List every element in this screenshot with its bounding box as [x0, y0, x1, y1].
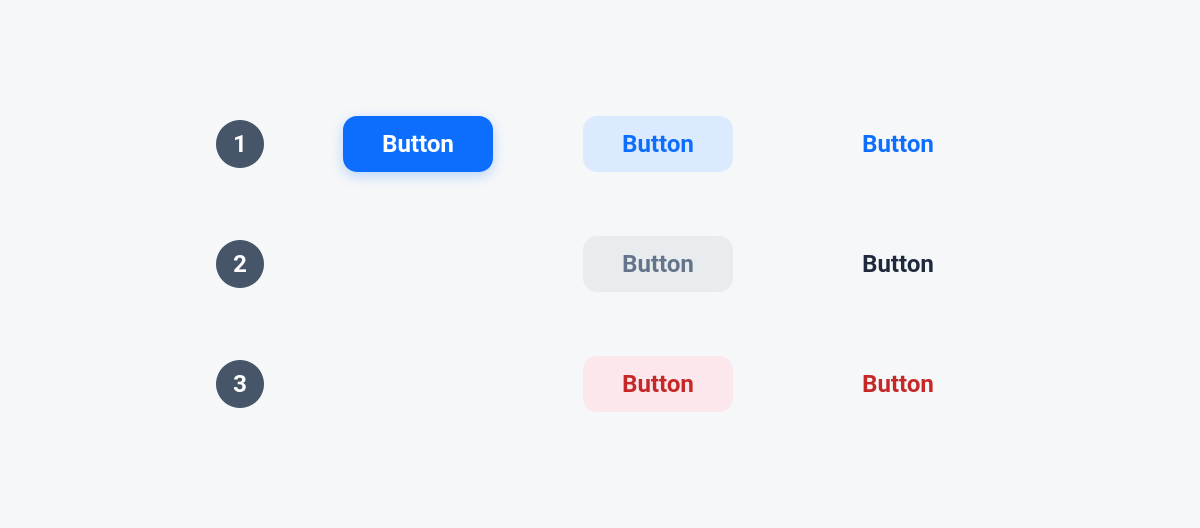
button-neutral-ghost[interactable]: Button — [823, 236, 973, 292]
button-variant-grid: 1 Button Button Button 2 Button Button 3… — [212, 116, 988, 412]
row-badge-1-label: 1 — [233, 130, 247, 158]
row-badge-2-label: 2 — [233, 250, 247, 278]
row-badge-1: 1 — [216, 120, 264, 168]
button-primary-ghost[interactable]: Button — [823, 116, 973, 172]
empty-cell — [343, 384, 493, 385]
button-danger-soft[interactable]: Button — [583, 356, 733, 412]
row-badge-3-label: 3 — [233, 370, 247, 398]
button-danger-ghost[interactable]: Button — [823, 356, 973, 412]
button-primary-soft[interactable]: Button — [583, 116, 733, 172]
empty-cell — [343, 264, 493, 265]
button-neutral-soft[interactable]: Button — [583, 236, 733, 292]
button-primary-solid[interactable]: Button — [343, 116, 493, 172]
row-badge-3: 3 — [216, 360, 264, 408]
row-badge-2: 2 — [216, 240, 264, 288]
